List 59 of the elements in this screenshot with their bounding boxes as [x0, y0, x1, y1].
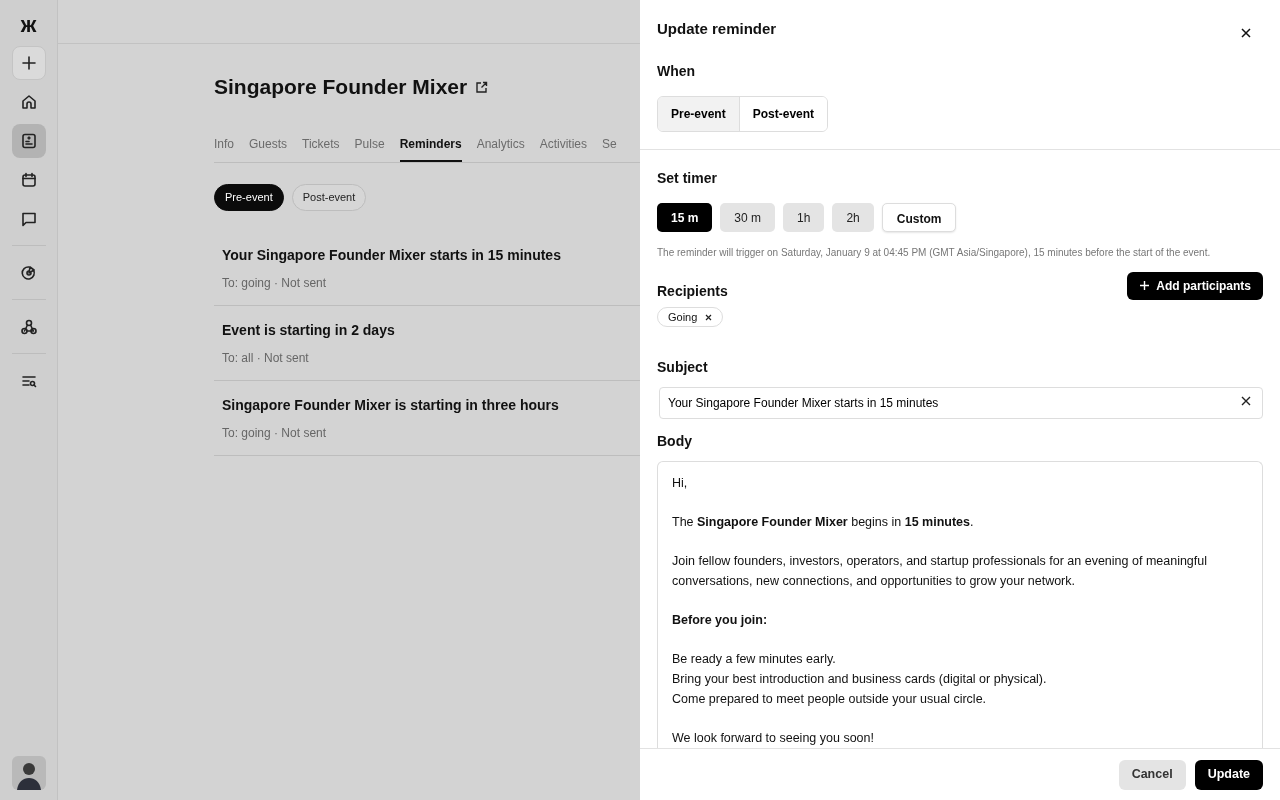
timer-option[interactable]: 1h: [783, 202, 825, 232]
section-label: When: [657, 61, 697, 81]
timer-option[interactable]: 15 m: [657, 202, 713, 232]
clear-icon[interactable]: [1241, 396, 1251, 406]
timer-option[interactable]: 30 m: [720, 202, 776, 232]
chip-label: Going: [668, 309, 698, 325]
tab[interactable]: Reminders: [399, 129, 462, 163]
update-button[interactable]: Update: [1194, 759, 1263, 790]
tab[interactable]: Tickets: [302, 129, 340, 163]
reminder-status: To: all · Not sent: [222, 349, 309, 367]
timer-option[interactable]: 2h: [832, 202, 874, 232]
hint-text: The reminder will trigger on Saturday, January 9 at 04:45 PM (GMT Asia/Singapore), 15 minutes before the start of the event.: [657, 245, 1212, 260]
webhook-icon: [19, 318, 38, 336]
create-button[interactable]: [11, 46, 46, 80]
segment-button[interactable]: Pre-event: [658, 96, 740, 131]
home-icon: [19, 93, 38, 111]
reminder-status: To: going · Not sent: [222, 274, 327, 292]
section-label: Set timer: [657, 168, 718, 188]
chat-icon: [19, 210, 38, 228]
section-label: Body: [657, 432, 693, 451]
section-label: Subject: [657, 358, 709, 377]
tab[interactable]: Analytics: [476, 129, 525, 163]
drawer-title: Update reminder: [657, 19, 777, 39]
external-link-icon[interactable]: [475, 80, 489, 94]
body-text: The Singapore Founder Mixer begins in 15 minutes.: [672, 514, 975, 532]
reminder-title[interactable]: Event is starting in 2 days: [222, 319, 395, 341]
event-title: Singapore Founder Mixer: [214, 74, 468, 100]
body-text: Bring your best introduction and business cards (digital or physical).: [672, 670, 1048, 688]
reminder-status: To: going · Not sent: [222, 424, 327, 442]
subject-field[interactable]: Your Singapore Founder Mixer starts in 15 minutes: [659, 387, 1263, 419]
tab[interactable]: Activities: [539, 129, 588, 163]
sidebar-item[interactable]: [11, 124, 46, 158]
calendar-icon: [19, 171, 38, 189]
reminder-title[interactable]: Your Singapore Founder Mixer starts in 15 minutes: [222, 244, 561, 266]
tab[interactable]: Se: [602, 129, 617, 163]
timer-option[interactable]: Custom: [881, 202, 957, 232]
body-text: Join fellow founders, investors, operators, and startup professionals for an evening of meaningful conversations, new connections, and opportunities to grow your network.: [672, 553, 1209, 590]
cancel-button[interactable]: Cancel: [1118, 759, 1186, 790]
reminder-title[interactable]: Singapore Founder Mixer is starting in three hours: [222, 394, 559, 416]
filter-pill[interactable]: Pre-event: [214, 184, 284, 211]
tab[interactable]: Pulse: [354, 129, 385, 163]
plus-icon: [1139, 280, 1151, 291]
tab[interactable]: Guests: [249, 129, 288, 163]
document-icon: [19, 132, 38, 150]
avatar[interactable]: [11, 756, 46, 790]
body-text: We look forward to seeing you soon!: [672, 729, 875, 747]
body-text: Come prepared to meet people outside your usual circle.: [672, 690, 988, 708]
add-participants-button[interactable]: Add participants: [1127, 271, 1263, 300]
logo[interactable]: ж: [20, 14, 37, 42]
close-button[interactable]: [1239, 26, 1253, 40]
body-editor[interactable]: [657, 461, 1263, 748]
target-icon: [19, 264, 38, 282]
body-text: Before you join:: [672, 612, 769, 630]
section-label: Recipients: [657, 281, 728, 301]
filter-pill[interactable]: Post-event: [291, 184, 367, 211]
body-text: Hi,: [672, 475, 689, 492]
plus-icon: [19, 54, 38, 72]
tab[interactable]: Info: [214, 129, 234, 163]
body-text: Be ready a few minutes early.: [672, 651, 837, 669]
